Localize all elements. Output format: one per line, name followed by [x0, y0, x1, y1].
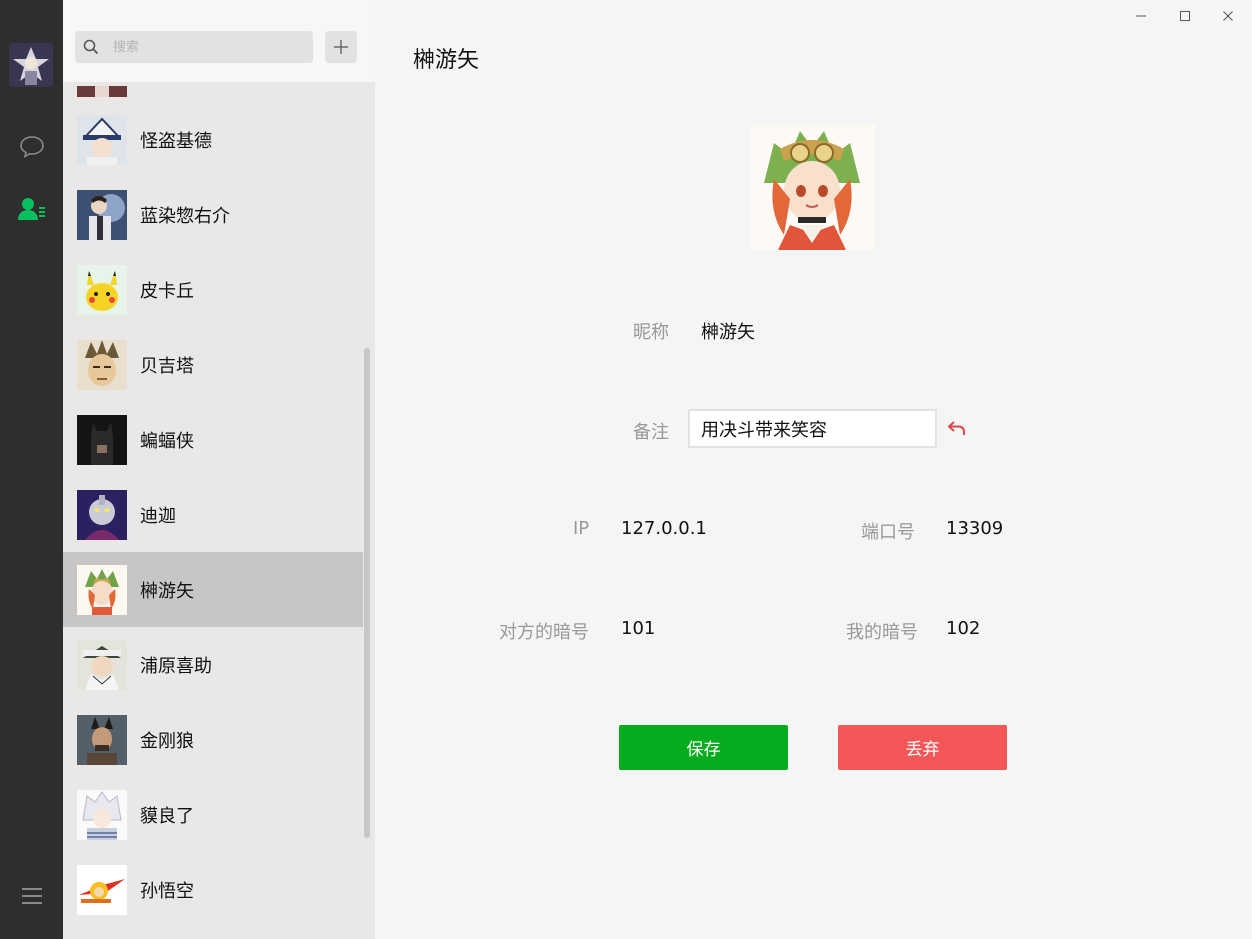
page-title: 榊游矢	[413, 48, 480, 73]
list-item[interactable]: 迪迦	[63, 477, 363, 552]
contact-name: 貘良了	[140, 805, 194, 827]
port-label: 端口号	[861, 522, 915, 543]
contacts-nav-button[interactable]	[14, 191, 50, 227]
contact-name: 迪迦	[140, 505, 176, 527]
contact-name: 孙悟空	[140, 880, 194, 902]
search-input[interactable]	[113, 39, 303, 55]
undo-icon	[948, 421, 965, 435]
contact-avatar	[77, 639, 127, 690]
ip-label: IP	[573, 518, 590, 539]
undo-remark-button[interactable]	[947, 418, 967, 438]
list-item[interactable]: 貘良了	[63, 777, 363, 852]
chat-bubble-icon	[20, 136, 44, 159]
contact-name: 皮卡丘	[140, 280, 194, 302]
save-button[interactable]: 保存	[619, 725, 788, 770]
list-item[interactable]: 浦原喜助	[63, 627, 363, 702]
contact-avatar	[77, 114, 127, 165]
menu-icon	[22, 888, 42, 904]
list-item[interactable]	[63, 82, 363, 102]
list-item[interactable]: 皮卡丘	[63, 252, 363, 327]
contact-name: 蓝染惣右介	[140, 205, 230, 227]
minimize-icon	[1136, 15, 1146, 17]
nickname-value: 榊游矢	[701, 322, 755, 343]
my-code-label: 我的暗号	[846, 622, 918, 643]
contact-avatar	[77, 414, 127, 465]
discard-button[interactable]: 丢弃	[838, 725, 1007, 770]
my-code-value: 102	[946, 618, 981, 639]
contact-avatar	[77, 564, 127, 615]
search-icon	[83, 39, 99, 55]
port-value: 13309	[946, 518, 1004, 539]
contact-name: 榊游矢	[140, 580, 194, 602]
menu-button[interactable]	[14, 878, 50, 914]
contact-name: 贝吉塔	[140, 355, 194, 377]
chat-nav-button[interactable]	[14, 129, 50, 165]
add-contact-button[interactable]	[325, 31, 357, 63]
contact-avatar	[77, 489, 127, 540]
nickname-label: 昵称	[633, 322, 669, 343]
close-button[interactable]	[1208, 4, 1248, 28]
contact-avatar	[77, 264, 127, 315]
maximize-icon	[1180, 11, 1190, 21]
contact-avatar	[77, 339, 127, 390]
contact-avatar	[77, 84, 127, 97]
contact-list: 怪盗基德 蓝染惣右介 皮卡丘 贝吉塔 蝙蝠侠 迪迦 榊游矢 浦原喜助 金刚狼 貘…	[63, 82, 363, 927]
contact-avatar	[77, 864, 127, 915]
search-bar	[63, 0, 375, 82]
search-box[interactable]	[75, 31, 313, 63]
contact-detail-panel: 榊游矢 昵称 榊游矢 备注 IP 127.0.0.1 端	[375, 0, 1252, 939]
plus-icon	[334, 40, 348, 54]
list-item[interactable]: 金刚狼	[63, 702, 363, 777]
profile-avatar	[750, 125, 875, 250]
their-code-value: 101	[621, 618, 656, 639]
list-item[interactable]: 蝙蝠侠	[63, 402, 363, 477]
my-avatar[interactable]	[9, 43, 53, 87]
list-item[interactable]: 贝吉塔	[63, 327, 363, 402]
contact-name: 怪盗基德	[140, 130, 212, 152]
close-icon	[1223, 11, 1233, 21]
contact-avatar	[77, 714, 127, 765]
ip-value: 127.0.0.1	[621, 518, 707, 539]
contact-avatar	[77, 189, 127, 240]
contact-name: 金刚狼	[140, 730, 194, 752]
contact-name: 浦原喜助	[140, 655, 212, 677]
list-item[interactable]: 蓝染惣右介	[63, 177, 363, 252]
contacts-icon	[18, 198, 45, 220]
list-item[interactable]: 榊游矢	[63, 552, 363, 627]
list-item[interactable]: 孙悟空	[63, 852, 363, 927]
contact-name: 蝙蝠侠	[140, 430, 194, 452]
list-item[interactable]: 怪盗基德	[63, 102, 363, 177]
nav-rail	[0, 0, 63, 939]
contact-list-panel: 怪盗基德 蓝染惣右介	[63, 0, 375, 939]
contact-avatar	[77, 789, 127, 840]
remark-input[interactable]	[688, 409, 937, 448]
their-code-label: 对方的暗号	[499, 622, 589, 643]
maximize-button[interactable]	[1165, 4, 1205, 28]
minimize-button[interactable]	[1121, 4, 1161, 28]
remark-label: 备注	[633, 422, 669, 443]
contact-list-scrollbar[interactable]	[364, 348, 370, 838]
